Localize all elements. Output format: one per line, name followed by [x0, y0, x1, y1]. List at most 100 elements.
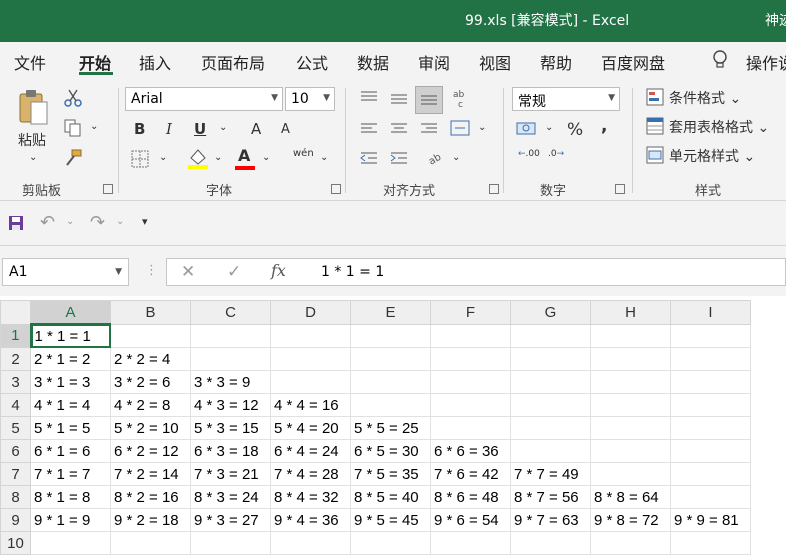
borders-icon[interactable] — [131, 150, 149, 172]
resize-handle-icon[interactable]: ⋮ — [145, 263, 158, 278]
font-color-button[interactable]: A — [238, 146, 250, 165]
tab-help[interactable]: 帮助 — [540, 50, 572, 74]
column-header[interactable]: F — [430, 300, 511, 325]
cell[interactable] — [670, 347, 751, 371]
font-size-combo[interactable]: 10 ▼ — [285, 87, 335, 111]
row-header[interactable]: 10 — [0, 531, 31, 555]
cell[interactable]: 7 * 4 = 28 — [270, 462, 351, 486]
cell[interactable] — [510, 531, 591, 555]
column-header[interactable]: E — [350, 300, 431, 325]
underline-dropdown-icon[interactable]: ⌄ — [219, 122, 227, 133]
cell[interactable] — [350, 347, 431, 371]
cell[interactable]: 8 * 7 = 56 — [510, 485, 591, 509]
row-header[interactable]: 1 — [0, 323, 32, 348]
cell[interactable] — [430, 323, 511, 348]
customize-qat-icon[interactable]: ▾ — [142, 215, 148, 228]
cell[interactable]: 6 * 6 = 36 — [430, 439, 511, 463]
undo-dropdown-icon[interactable]: ⌄ — [66, 216, 74, 227]
merge-center-icon[interactable] — [450, 120, 470, 140]
conditional-formatting-icon[interactable] — [646, 88, 664, 110]
lightbulb-icon[interactable] — [711, 50, 729, 74]
cell[interactable] — [350, 323, 431, 348]
cell[interactable] — [350, 531, 431, 555]
undo-icon[interactable]: ↶ — [40, 212, 55, 233]
cell[interactable] — [430, 531, 511, 555]
tab-insert[interactable]: 插入 — [139, 50, 171, 74]
cell[interactable]: 9 * 8 = 72 — [590, 508, 671, 532]
cell[interactable] — [510, 416, 591, 440]
cell[interactable]: 8 * 6 = 48 — [430, 485, 511, 509]
cell[interactable]: 6 * 3 = 18 — [190, 439, 271, 463]
cell[interactable] — [350, 370, 431, 394]
cell[interactable] — [270, 531, 351, 555]
accounting-dropdown-icon[interactable]: ⌄ — [545, 122, 553, 133]
cell[interactable] — [510, 323, 591, 348]
tab-baidu-netdisk[interactable]: 百度网盘 — [601, 50, 665, 74]
cell[interactable] — [670, 531, 751, 555]
cell[interactable]: 4 * 3 = 12 — [190, 393, 271, 417]
tell-me-search[interactable]: 操作说 — [746, 50, 786, 74]
cell[interactable]: 8 * 5 = 40 — [350, 485, 431, 509]
cell[interactable]: 9 * 3 = 27 — [190, 508, 271, 532]
decrease-decimal-button[interactable]: .0→ — [548, 150, 564, 159]
borders-dropdown-icon[interactable]: ⌄ — [159, 152, 167, 163]
column-header[interactable]: B — [110, 300, 191, 325]
column-header[interactable]: H — [590, 300, 671, 325]
increase-indent-icon[interactable] — [390, 151, 408, 169]
cell[interactable] — [350, 393, 431, 417]
number-launcher-icon[interactable] — [615, 184, 625, 194]
cell[interactable] — [30, 531, 111, 555]
cell[interactable]: 2 * 1 = 2 — [30, 347, 111, 371]
cell[interactable] — [510, 439, 591, 463]
cell[interactable] — [590, 462, 671, 486]
font-name-combo[interactable]: Arial ▼ — [125, 87, 283, 111]
conditional-formatting-button[interactable]: 条件格式 ⌄ — [669, 88, 741, 108]
cell[interactable]: 7 * 5 = 35 — [350, 462, 431, 486]
orientation-icon[interactable]: ab — [427, 148, 447, 170]
percent-style-button[interactable]: % — [567, 120, 583, 140]
cell[interactable]: 8 * 8 = 64 — [590, 485, 671, 509]
column-header[interactable]: I — [670, 300, 751, 325]
cell[interactable]: 6 * 5 = 30 — [350, 439, 431, 463]
row-header[interactable]: 2 — [0, 347, 31, 371]
cell[interactable] — [430, 393, 511, 417]
name-box[interactable]: A1 ▼ — [2, 258, 129, 286]
tab-home[interactable]: 开始 — [79, 50, 111, 74]
cell[interactable] — [590, 347, 671, 371]
decrease-indent-icon[interactable] — [360, 151, 378, 169]
cell[interactable] — [590, 439, 671, 463]
cell[interactable] — [670, 393, 751, 417]
cell[interactable]: 9 * 1 = 9 — [30, 508, 111, 532]
align-left-icon[interactable] — [360, 122, 378, 140]
redo-dropdown-icon[interactable]: ⌄ — [116, 216, 124, 227]
cell[interactable]: 3 * 3 = 9 — [190, 370, 271, 394]
fill-color-icon[interactable] — [187, 146, 209, 174]
cell[interactable] — [270, 347, 351, 371]
tab-view[interactable]: 视图 — [479, 50, 511, 74]
cell[interactable]: 2 * 2 = 4 — [110, 347, 191, 371]
copy-icon[interactable] — [64, 119, 82, 141]
format-as-table-button[interactable]: 套用表格格式 ⌄ — [669, 117, 769, 137]
cell[interactable] — [110, 531, 191, 555]
row-header[interactable]: 3 — [0, 370, 31, 394]
cell[interactable] — [270, 323, 351, 348]
cell[interactable]: 7 * 7 = 49 — [510, 462, 591, 486]
enter-icon[interactable]: ✓ — [227, 262, 241, 282]
cell[interactable] — [430, 347, 511, 371]
comma-style-button[interactable]: , — [601, 116, 607, 136]
cell[interactable] — [510, 393, 591, 417]
cell[interactable]: 8 * 4 = 32 — [270, 485, 351, 509]
align-bottom-icon[interactable] — [415, 86, 443, 114]
cell[interactable] — [510, 347, 591, 371]
cell[interactable]: 9 * 4 = 36 — [270, 508, 351, 532]
cell[interactable]: 7 * 1 = 7 — [30, 462, 111, 486]
user-name[interactable]: 神迹 — [765, 10, 786, 30]
align-top-icon[interactable] — [360, 90, 378, 108]
cell[interactable]: 9 * 9 = 81 — [670, 508, 751, 532]
formula-input[interactable]: 1 * 1 = 1 — [307, 258, 786, 286]
cell[interactable] — [590, 393, 671, 417]
row-header[interactable]: 5 — [0, 416, 31, 440]
cell[interactable] — [590, 416, 671, 440]
cell[interactable]: 3 * 1 = 3 — [30, 370, 111, 394]
select-all-corner[interactable] — [0, 300, 31, 325]
